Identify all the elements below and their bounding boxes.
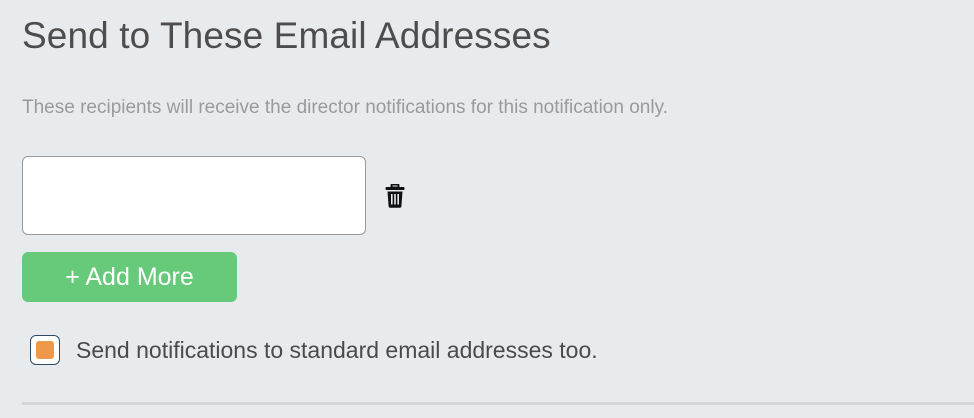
- email-entry-row: [22, 156, 405, 235]
- email-recipients-section: Send to These Email Addresses These reci…: [0, 0, 974, 418]
- section-divider: [22, 402, 974, 405]
- standard-emails-checkbox[interactable]: [30, 335, 60, 365]
- email-address-input[interactable]: [22, 156, 366, 235]
- checkbox-checked-indicator: [36, 341, 54, 359]
- standard-emails-label[interactable]: Send notifications to standard email add…: [76, 335, 598, 365]
- standard-emails-option: Send notifications to standard email add…: [30, 335, 598, 365]
- add-more-button[interactable]: + Add More: [22, 252, 237, 302]
- section-description: These recipients will receive the direct…: [22, 97, 668, 118]
- section-title: Send to These Email Addresses: [22, 15, 551, 56]
- trash-icon-graphic: [385, 183, 405, 208]
- trash-icon[interactable]: [385, 183, 405, 209]
